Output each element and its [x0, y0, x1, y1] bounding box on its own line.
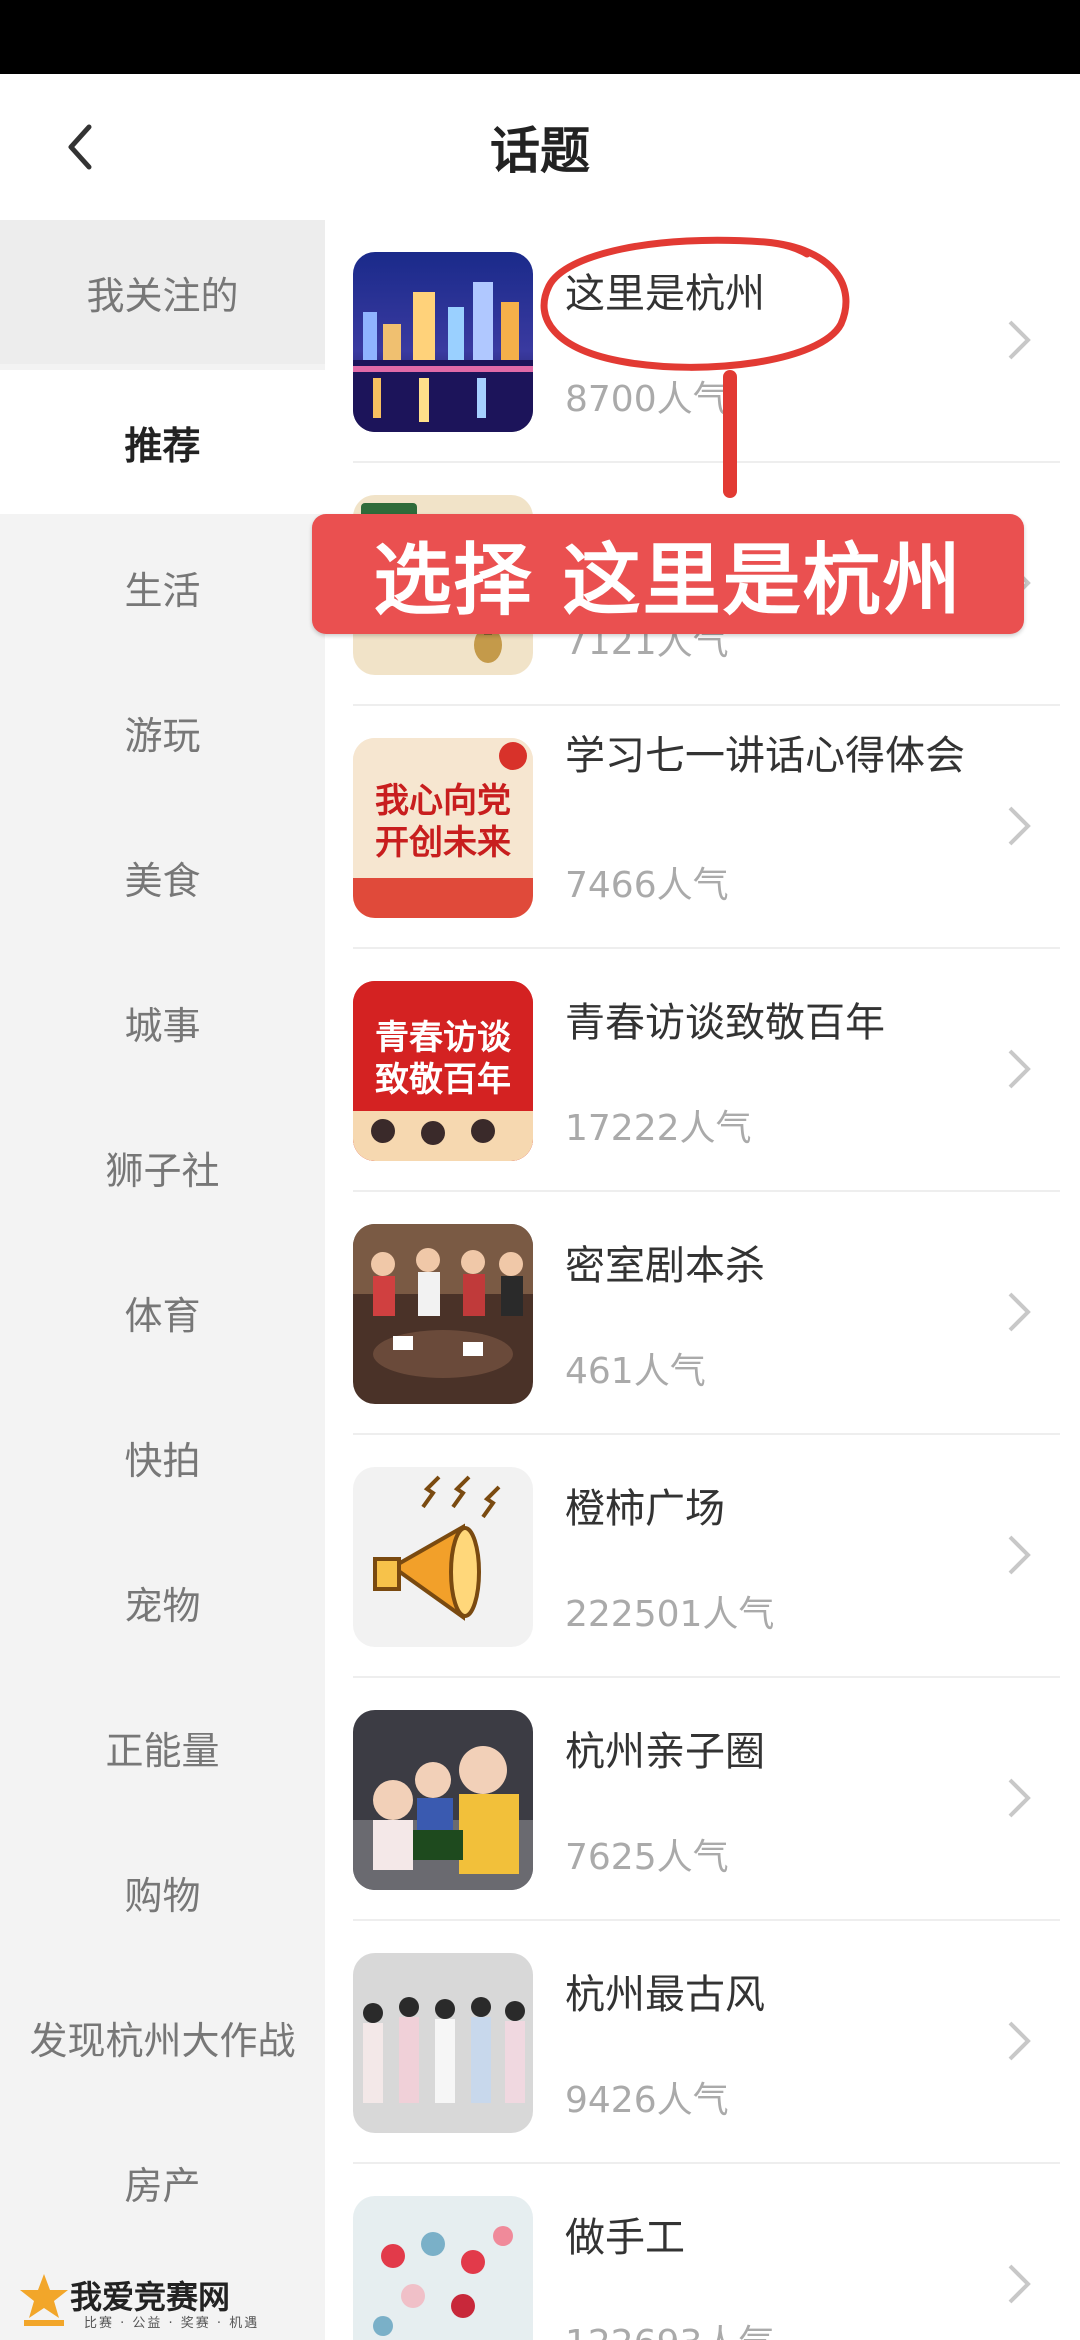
topic-thumbnail [353, 1710, 533, 1890]
chevron-right-icon [1008, 1535, 1031, 1575]
sidebar-item-positive-energy[interactable]: 正能量 [0, 1675, 325, 1819]
sidebar-item-life[interactable]: 生活 [0, 515, 325, 659]
chevron-right-icon [1008, 806, 1031, 846]
topic-thumbnail [353, 1953, 533, 2133]
topic-name: 做手工 [565, 2215, 685, 2261]
topic-name: 杭州亲子圈 [565, 1729, 765, 1775]
sidebar-item-city[interactable]: 城事 [0, 950, 325, 1094]
sidebar-item-recommended[interactable]: 推荐 [0, 370, 325, 514]
topic-row[interactable]: 杭州亲子圈 7625人气 [325, 1678, 1080, 1921]
topic-thumbnail: 我心向党 开创未来 [353, 738, 533, 918]
thumbnail-caption: 开创未来 [375, 823, 511, 863]
topic-popularity: 222501人气 [565, 1594, 775, 1635]
topic-thumbnail [353, 2196, 533, 2340]
topic-popularity: 122693人气 [565, 2314, 774, 2340]
annotation-circle [540, 236, 850, 371]
annotation-banner: 选择 这里是杭州 [312, 514, 1024, 634]
sidebar-item-real-estate[interactable]: 房产 [0, 2110, 325, 2254]
topic-popularity: 9426人气 [565, 2080, 729, 2121]
topic-row[interactable]: 青春访谈 致敬百年 青春访谈致敬百年 17222人气 [325, 949, 1080, 1192]
topic-name: 密室剧本杀 [565, 1243, 765, 1289]
topic-popularity: 7625人气 [565, 1837, 729, 1878]
sidebar-item-sports[interactable]: 体育 [0, 1240, 325, 1384]
sidebar-item-travel[interactable]: 游玩 [0, 660, 325, 804]
topic-name: 橙柿广场 [565, 1486, 725, 1532]
sidebar-item-shopping[interactable]: 购物 [0, 1820, 325, 1964]
chevron-right-icon [1008, 1292, 1031, 1332]
topic-popularity: 7466人气 [565, 865, 729, 906]
topic-thumbnail: 青春访谈 致敬百年 [353, 981, 533, 1161]
watermark-subtitle: 比赛 · 公益 · 奖赛 · 机遇 [84, 2316, 260, 2331]
status-bar [0, 0, 1080, 74]
chevron-right-icon [1008, 2264, 1031, 2304]
chevron-right-icon [1008, 2021, 1031, 2061]
topic-row[interactable]: 杭州最古风 9426人气 [325, 1921, 1080, 2164]
topic-popularity: 17222人气 [565, 1108, 752, 1149]
sidebar-item-pets[interactable]: 宠物 [0, 1530, 325, 1674]
chevron-right-icon [1008, 320, 1031, 360]
sidebar-item-discover-hangzhou[interactable]: 发现杭州大作战 [0, 1965, 325, 2109]
watermark-logo-icon [20, 2274, 68, 2326]
thumbnail-caption: 青春访谈 [375, 1018, 511, 1058]
sidebar-item-lion-club[interactable]: 狮子社 [0, 1095, 325, 1239]
topic-name: 青春访谈致敬百年 [565, 1000, 885, 1046]
top-bar: 话题 [0, 74, 1080, 220]
topic-row[interactable]: 做手工 122693人气 [325, 2164, 1080, 2340]
topic-name: 杭州最古风 [565, 1972, 765, 2018]
sidebar-item-food[interactable]: 美食 [0, 805, 325, 949]
annotation-line [723, 370, 737, 498]
chevron-right-icon [1008, 1778, 1031, 1818]
topic-row[interactable]: 橙柿广场 222501人气 [325, 1435, 1080, 1678]
category-sidebar: 我关注的 推荐 生活 游玩 美食 城事 狮子社 体育 快拍 宠物 正能量 购物 … [0, 220, 325, 2340]
topic-row[interactable]: 密室剧本杀 461人气 [325, 1192, 1080, 1435]
topic-thumbnail [353, 1224, 533, 1404]
thumbnail-caption: 致敬百年 [375, 1060, 511, 1100]
topic-popularity: 461人气 [565, 1351, 706, 1392]
topic-name: 学习七一讲话心得体会 [565, 733, 965, 779]
topic-thumbnail [353, 1467, 533, 1647]
topic-thumbnail [353, 252, 533, 432]
sidebar-item-followed[interactable]: 我关注的 [0, 220, 325, 364]
topic-row[interactable]: 我心向党 开创未来 学习七一讲话心得体会 7466人气 [325, 706, 1080, 949]
thumbnail-caption: 我心向党 [375, 781, 511, 821]
page-title: 话题 [490, 122, 590, 180]
chevron-right-icon [1008, 1049, 1031, 1089]
sidebar-item-snapshot[interactable]: 快拍 [0, 1385, 325, 1529]
